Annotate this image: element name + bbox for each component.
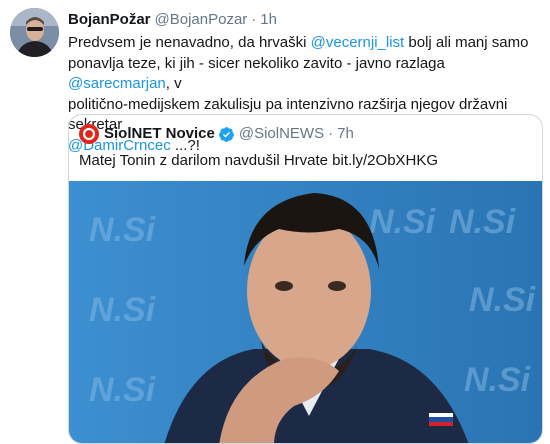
separator: · bbox=[251, 11, 257, 28]
quoted-tweet-photo[interactable]: N.Si N.Si N.Si N.Si N.Si N.Si N.Si bbox=[69, 181, 542, 443]
quoted-tweet[interactable]: SiolNET Novice @SiolNEWS · 7h Matej Tonin … bbox=[68, 114, 543, 444]
quoted-author-handle[interactable]: @SiolNEWS bbox=[239, 124, 324, 144]
author-handle[interactable]: @BojanPozar bbox=[155, 11, 248, 28]
tweet-text-part: Predvsem je nenavadno, da hrvaški bbox=[68, 34, 311, 51]
mention-link-sarecmarjan[interactable]: @sarecmarjan bbox=[68, 75, 166, 92]
tweet-text-part: bolj ali manj samo bbox=[404, 34, 529, 51]
author-name[interactable]: BojanPožar bbox=[68, 11, 151, 28]
verified-badge-icon bbox=[218, 126, 235, 143]
svg-text:N.Si: N.Si bbox=[464, 361, 532, 399]
svg-text:N.Si: N.Si bbox=[89, 211, 157, 249]
svg-text:N.Si: N.Si bbox=[89, 291, 157, 329]
tweet[interactable]: BojanPožar @BojanPozar · 1h Predvsem je nen… bbox=[0, 0, 550, 444]
author-avatar[interactable] bbox=[10, 8, 59, 57]
quoted-tweet-timestamp[interactable]: 7h bbox=[337, 124, 354, 144]
separator: · bbox=[328, 125, 334, 142]
quoted-author-avatar[interactable] bbox=[79, 124, 99, 144]
svg-text:N.Si: N.Si bbox=[449, 203, 517, 241]
svg-text:N.Si: N.Si bbox=[369, 203, 437, 241]
svg-text:N.Si: N.Si bbox=[89, 371, 157, 409]
quoted-tweet-header: SiolNET Novice @SiolNEWS · 7h bbox=[79, 124, 354, 144]
tweet-timestamp[interactable]: 1h bbox=[260, 11, 277, 28]
svg-text:N.Si: N.Si bbox=[469, 281, 537, 319]
tweet-header: BojanPožar @BojanPozar · 1h bbox=[68, 10, 277, 30]
tweet-text-part: ponavlja teze, ki jih - sicer nekoliko z… bbox=[68, 54, 445, 72]
quoted-author-name[interactable]: SiolNET Novice bbox=[104, 124, 215, 144]
mention-link-vecernji-list[interactable]: @vecernji_list bbox=[311, 34, 405, 51]
tweet-text-part: , v bbox=[165, 75, 182, 92]
quoted-tweet-text: Matej Tonin z darilom navdušil Hrvate bi… bbox=[79, 152, 439, 169]
